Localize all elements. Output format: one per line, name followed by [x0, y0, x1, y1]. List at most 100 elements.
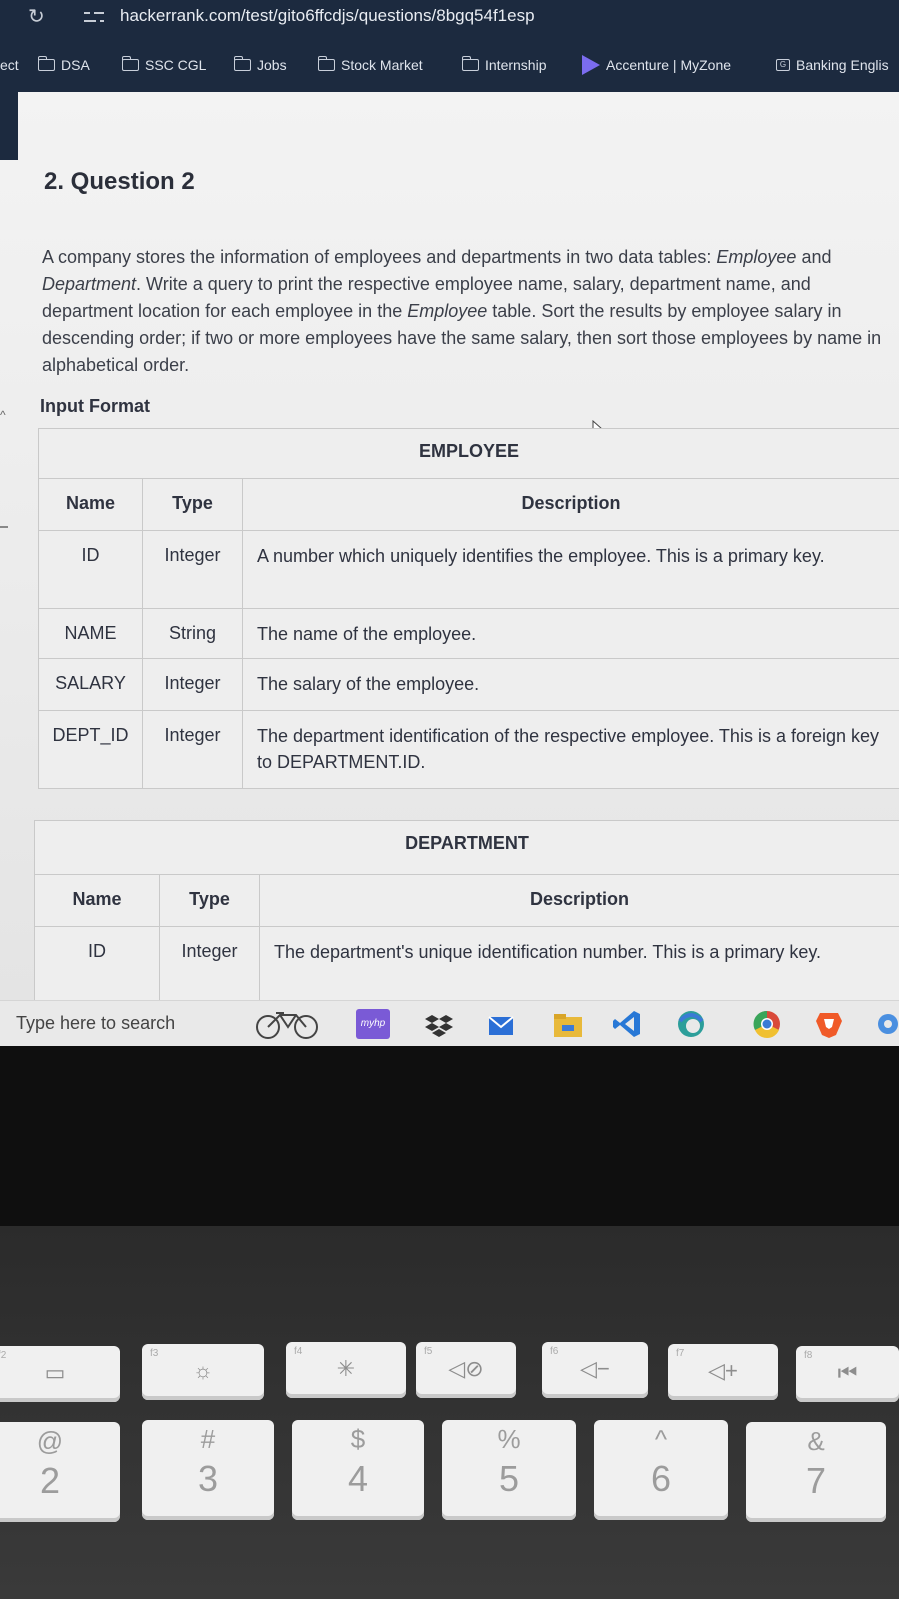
- field-description: The name of the employee.: [241, 608, 899, 659]
- bookmark-jobs[interactable]: Jobs: [233, 50, 287, 80]
- bookmark-internship[interactable]: Internship: [461, 50, 546, 80]
- taskbar-search-input[interactable]: Type here to search: [16, 1013, 175, 1034]
- previous-track-icon: ⏮: [837, 1360, 858, 1385]
- dropbox-icon[interactable]: [424, 1009, 454, 1039]
- folder-icon: [317, 56, 335, 71]
- bookmark-ssc-cgl[interactable]: SSC CGL: [121, 50, 207, 80]
- folder-icon: [121, 56, 139, 71]
- field-type: Integer: [159, 926, 260, 1005]
- browser-chrome: ↻ hackerrank.com/test/gito6ffcdjs/questi…: [0, 0, 899, 92]
- field-name: NAME: [38, 608, 143, 659]
- edge-icon[interactable]: [676, 1009, 706, 1039]
- brightness-down-icon: ☼: [192, 1358, 214, 1383]
- table-caption: EMPLOYEE: [37, 428, 899, 479]
- myhp-icon[interactable]: myhp: [356, 1009, 390, 1039]
- table-name-emphasis: Employee: [407, 301, 488, 321]
- key-symbol: %: [497, 1424, 521, 1454]
- key-f3[interactable]: f3 ☼: [142, 1344, 264, 1400]
- divider: [0, 526, 8, 528]
- address-bar[interactable]: hackerrank.com/test/gito6ffcdjs/question…: [120, 6, 535, 26]
- screen-icon: ▭: [44, 1360, 66, 1385]
- question-title: 2. Question 2: [44, 168, 195, 195]
- column-header-name: Name: [38, 478, 143, 531]
- address-bar-row: ↻ hackerrank.com/test/gito6ffcdjs/questi…: [0, 0, 899, 38]
- key-f4[interactable]: f4 ✳: [286, 1342, 406, 1398]
- key-3[interactable]: # 3: [142, 1420, 274, 1520]
- table-row: DEPT_ID Integer The department identific…: [38, 710, 899, 789]
- employee-table: EMPLOYEE Name Type Description ID Intege…: [37, 428, 899, 789]
- field-name: ID: [38, 530, 143, 609]
- gc-icon: G: [776, 59, 790, 71]
- table-row: SALARY Integer The salary of the employe…: [38, 658, 899, 711]
- reload-icon[interactable]: ↻: [28, 6, 50, 28]
- site-settings-icon[interactable]: [84, 8, 104, 28]
- table-row: ID Integer A number which uniquely ident…: [38, 530, 899, 609]
- keyboard-deck: f2 ▭ f3 ☼ f4 ✳ f5 ◁⊘ f6 ◁− f7 ◁+ f8 ⏮ @ …: [0, 1226, 899, 1599]
- key-5[interactable]: % 5: [442, 1420, 576, 1520]
- key-symbol: ^: [654, 1424, 668, 1454]
- file-explorer-icon[interactable]: [552, 1009, 584, 1039]
- column-header-description: Description: [258, 874, 899, 927]
- table-name-emphasis: Department: [42, 274, 137, 294]
- key-number: 7: [805, 1460, 827, 1501]
- app-icon[interactable]: [872, 1009, 899, 1039]
- bookmark-accenture[interactable]: Accenture | MyZone: [582, 50, 731, 80]
- key-f8[interactable]: f8 ⏮: [796, 1346, 899, 1402]
- key-symbol: $: [350, 1424, 366, 1454]
- field-name: SALARY: [38, 658, 143, 711]
- bookmarks-bar: ect DSA SSC CGL Jobs Stock Market Intern…: [0, 50, 899, 82]
- column-header-name: Name: [34, 874, 160, 927]
- folder-icon: [461, 56, 479, 71]
- field-description: A number which uniquely identifies the e…: [241, 530, 899, 609]
- column-header-type: Type: [159, 874, 260, 927]
- bookmark-label: Jobs: [257, 57, 287, 73]
- key-2[interactable]: @ 2: [0, 1422, 120, 1522]
- key-number: 2: [39, 1460, 61, 1501]
- key-symbol: @: [36, 1426, 64, 1456]
- chrome-icon[interactable]: [752, 1009, 782, 1039]
- taskbar: Type here to search myhp: [0, 1000, 899, 1046]
- folder-icon: [233, 56, 251, 71]
- key-f2[interactable]: f2 ▭: [0, 1346, 120, 1402]
- folder-icon: [37, 56, 55, 71]
- collapse-icon[interactable]: ^: [0, 408, 6, 422]
- text-run: A company stores the information of empl…: [42, 247, 717, 267]
- mail-icon[interactable]: [486, 1009, 516, 1039]
- bookmark-label: ect: [0, 57, 19, 73]
- field-type: String: [142, 608, 243, 659]
- vscode-icon[interactable]: [612, 1009, 642, 1039]
- mute-icon: ◁⊘: [448, 1356, 484, 1381]
- bookmark-label: Stock Market: [341, 57, 423, 73]
- key-number: 6: [650, 1458, 672, 1499]
- field-description: The salary of the employee.: [241, 658, 899, 711]
- column-header-description: Description: [241, 478, 899, 531]
- key-f6[interactable]: f6 ◁−: [542, 1342, 648, 1398]
- bicycle-icon[interactable]: [254, 1009, 320, 1039]
- key-f5[interactable]: f5 ◁⊘: [416, 1342, 516, 1398]
- field-type: Integer: [142, 710, 243, 789]
- column-header-type: Type: [142, 478, 243, 531]
- question-description: A company stores the information of empl…: [42, 244, 892, 379]
- key-symbol: &: [807, 1426, 825, 1456]
- text-run: and: [796, 247, 832, 267]
- bookmark-ect[interactable]: ect: [0, 50, 19, 80]
- field-type: Integer: [142, 658, 243, 711]
- side-panel-tab[interactable]: [0, 92, 18, 160]
- key-number: 5: [498, 1458, 520, 1499]
- key-4[interactable]: $ 4: [292, 1420, 424, 1520]
- brave-icon[interactable]: [814, 1009, 844, 1039]
- field-name: DEPT_ID: [38, 710, 143, 789]
- input-format-heading: Input Format: [40, 396, 150, 416]
- field-description: The department identification of the res…: [241, 710, 899, 789]
- bookmark-label: Banking Englis: [796, 57, 889, 73]
- bookmark-dsa[interactable]: DSA: [37, 50, 90, 80]
- key-number: 4: [347, 1458, 369, 1499]
- bookmark-banking-english[interactable]: G Banking Englis: [776, 50, 889, 80]
- table-row: ID Integer The department's unique ident…: [34, 926, 899, 1005]
- key-f7[interactable]: f7 ◁+: [668, 1344, 778, 1400]
- key-6[interactable]: ^ 6: [594, 1420, 728, 1520]
- field-name: ID: [34, 926, 160, 1005]
- key-7[interactable]: & 7: [746, 1422, 886, 1522]
- bookmark-stock-market[interactable]: Stock Market: [317, 50, 423, 80]
- bookmark-label: SSC CGL: [145, 57, 207, 73]
